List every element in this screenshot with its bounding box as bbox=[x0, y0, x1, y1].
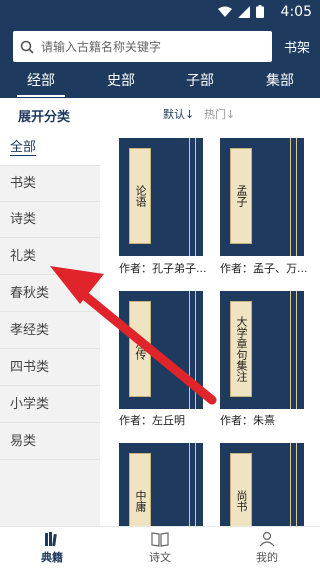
status-bar: 4:05 bbox=[0, 0, 320, 24]
books-icon bbox=[45, 532, 57, 547]
sidebar-item-label: 春秋类 bbox=[10, 286, 50, 301]
binding-lines bbox=[189, 138, 201, 256]
book-cover[interactable]: 大学章句集注 bbox=[220, 291, 304, 409]
book-author: 作者：朱熹 bbox=[220, 414, 275, 427]
book-author: 作者：孔子弟子... bbox=[119, 262, 207, 275]
book-cover[interactable]: 左传 bbox=[119, 291, 203, 409]
book-author: 作者：孟子、万... bbox=[220, 262, 308, 275]
sidebar-item-xiaojing[interactable]: 孝经类 bbox=[0, 313, 100, 349]
search-box[interactable] bbox=[13, 31, 272, 62]
expand-categories-button[interactable]: 展开分类 bbox=[18, 106, 70, 125]
nav-profile[interactable]: 我的 bbox=[237, 531, 297, 565]
sidebar-item-all[interactable]: 全部 bbox=[0, 130, 100, 166]
nav-label: 典籍 bbox=[41, 551, 63, 564]
sidebar-item-label: 易类 bbox=[10, 434, 37, 449]
search-icon bbox=[13, 31, 41, 62]
book-cover[interactable]: 论语 bbox=[119, 138, 203, 256]
book-title-label: 左传 bbox=[129, 301, 151, 397]
signal-icon bbox=[238, 5, 250, 18]
sidebar-item-chunqiu[interactable]: 春秋类 bbox=[0, 276, 100, 312]
nav-books[interactable]: 典籍 bbox=[22, 531, 82, 565]
sidebar-item-shi[interactable]: 诗类 bbox=[0, 202, 100, 238]
sidebar-item-label: 书类 bbox=[10, 176, 37, 191]
sidebar-item-label: 四书类 bbox=[10, 360, 50, 375]
sidebar-item-xiaoxue[interactable]: 小学类 bbox=[0, 387, 100, 423]
profile-icon bbox=[259, 531, 275, 547]
nav-label: 我的 bbox=[256, 551, 278, 564]
book-cover[interactable]: 尚书 bbox=[220, 443, 304, 526]
book-title-label: 尚书 bbox=[230, 453, 252, 526]
open-book-icon bbox=[151, 532, 169, 547]
battery-icon bbox=[256, 5, 264, 18]
status-time: 4:05 bbox=[280, 4, 312, 20]
category-tabs: 经部 史部 子部 集部 bbox=[0, 66, 320, 98]
book-author: 作者：左丘明 bbox=[119, 414, 185, 427]
tab-jibu[interactable]: 集部 bbox=[266, 70, 294, 90]
sidebar-item-shu[interactable]: 书类 bbox=[0, 166, 100, 202]
sidebar-item-label: 礼类 bbox=[10, 249, 37, 264]
sidebar-item-sishu[interactable]: 四书类 bbox=[0, 350, 100, 386]
bookshelf-button[interactable]: 书架 bbox=[284, 37, 310, 56]
category-sidebar: 全部 书类 诗类 礼类 春秋类 孝经类 四书类 小学类 易类 bbox=[0, 130, 100, 526]
book-grid: 论语 作者：孔子弟子... 孟子 作者：孟子、万... 左传 作者：左丘明 大学… bbox=[100, 130, 320, 526]
binding-lines bbox=[189, 443, 201, 526]
tab-shibu[interactable]: 史部 bbox=[107, 70, 135, 90]
book-cover[interactable]: 中庸 bbox=[119, 443, 203, 526]
sidebar-item-yi[interactable]: 易类 bbox=[0, 424, 100, 460]
sidebar-item-label: 全部 bbox=[10, 140, 37, 156]
tab-zibu[interactable]: 子部 bbox=[186, 70, 214, 90]
tab-jingbu[interactable]: 经部 bbox=[17, 70, 65, 97]
sort-bar: 展开分类 默认↓ 热门↓ bbox=[0, 98, 320, 130]
app-header: 4:05 书架 经部 史部 子部 集部 bbox=[0, 0, 320, 98]
bottom-navigation: 典籍 诗文 我的 bbox=[0, 526, 320, 568]
sort-default-button[interactable]: 默认↓ bbox=[163, 106, 194, 122]
sidebar-item-label: 小学类 bbox=[10, 397, 50, 412]
binding-lines bbox=[290, 138, 302, 256]
book-title-label: 中庸 bbox=[129, 453, 151, 526]
sidebar-item-li[interactable]: 礼类 bbox=[0, 239, 100, 275]
binding-lines bbox=[189, 291, 201, 409]
nav-label: 诗文 bbox=[149, 551, 171, 564]
search-input[interactable] bbox=[41, 39, 261, 54]
book-cover[interactable]: 孟子 bbox=[220, 138, 304, 256]
sidebar-item-label: 孝经类 bbox=[10, 323, 50, 338]
status-icons bbox=[218, 5, 264, 18]
book-title-label: 论语 bbox=[129, 148, 151, 244]
wifi-icon bbox=[218, 6, 232, 17]
book-title-label: 大学章句集注 bbox=[230, 301, 252, 397]
binding-lines bbox=[290, 443, 302, 526]
nav-poetry[interactable]: 诗文 bbox=[130, 531, 190, 565]
sidebar-item-label: 诗类 bbox=[10, 212, 37, 227]
book-title-label: 孟子 bbox=[230, 148, 252, 244]
sort-hot-button[interactable]: 热门↓ bbox=[204, 106, 235, 122]
binding-lines bbox=[290, 291, 302, 409]
